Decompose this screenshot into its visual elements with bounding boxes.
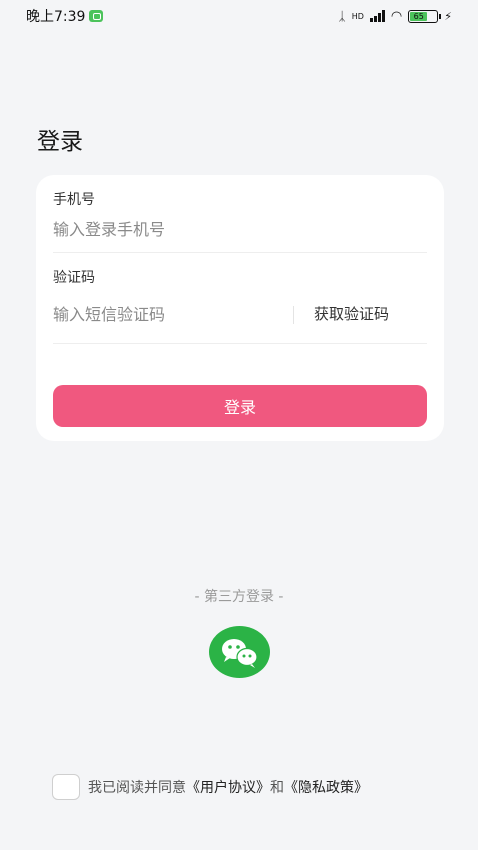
page-title: 登录 [37,129,83,155]
bluetooth-icon: ᛣ [338,9,346,23]
message-notification-icon [89,10,104,22]
agreement-prefix: 我已阅读并同意 [88,780,186,796]
network-type: HD [351,11,364,21]
status-right: ᛣ HD ◠ 65 ⚡ [339,9,452,24]
battery-icon: 65 [408,9,442,23]
code-divider [53,343,427,344]
wechat-login-button[interactable] [209,626,270,678]
wifi-icon: ◠ [390,8,403,24]
code-input[interactable] [53,302,273,326]
phone-input[interactable] [53,217,423,241]
charging-icon: ⚡ [444,9,452,23]
wechat-icon [222,639,258,668]
third-party-login-title: - 第三方登录 - [194,589,284,605]
login-card: 手机号 验证码 获取验证码 登录 [36,175,444,441]
battery-level: 65 [410,11,428,21]
privacy-policy-link[interactable]: 《隐私政策》 [284,777,368,797]
phone-label: 手机号 [53,192,95,208]
get-code-button[interactable]: 获取验证码 [314,303,389,324]
status-bar: 晚上7:39 ᛣ HD ◠ 65 ⚡ [0,0,478,32]
signal-icon [369,10,385,22]
agreement-checkbox[interactable] [52,774,80,800]
phone-divider [53,252,427,253]
code-label: 验证码 [53,270,95,286]
user-agreement-link[interactable]: 《用户协议》 [186,777,270,797]
agreement-row: 我已阅读并同意 《用户协议》 和 《隐私政策》 [52,774,368,800]
login-button[interactable]: 登录 [53,385,427,427]
code-separator [293,306,294,324]
status-time: 晚上7:39 [26,9,86,25]
status-left: 晚上7:39 [26,6,104,26]
agreement-and: 和 [270,780,284,796]
